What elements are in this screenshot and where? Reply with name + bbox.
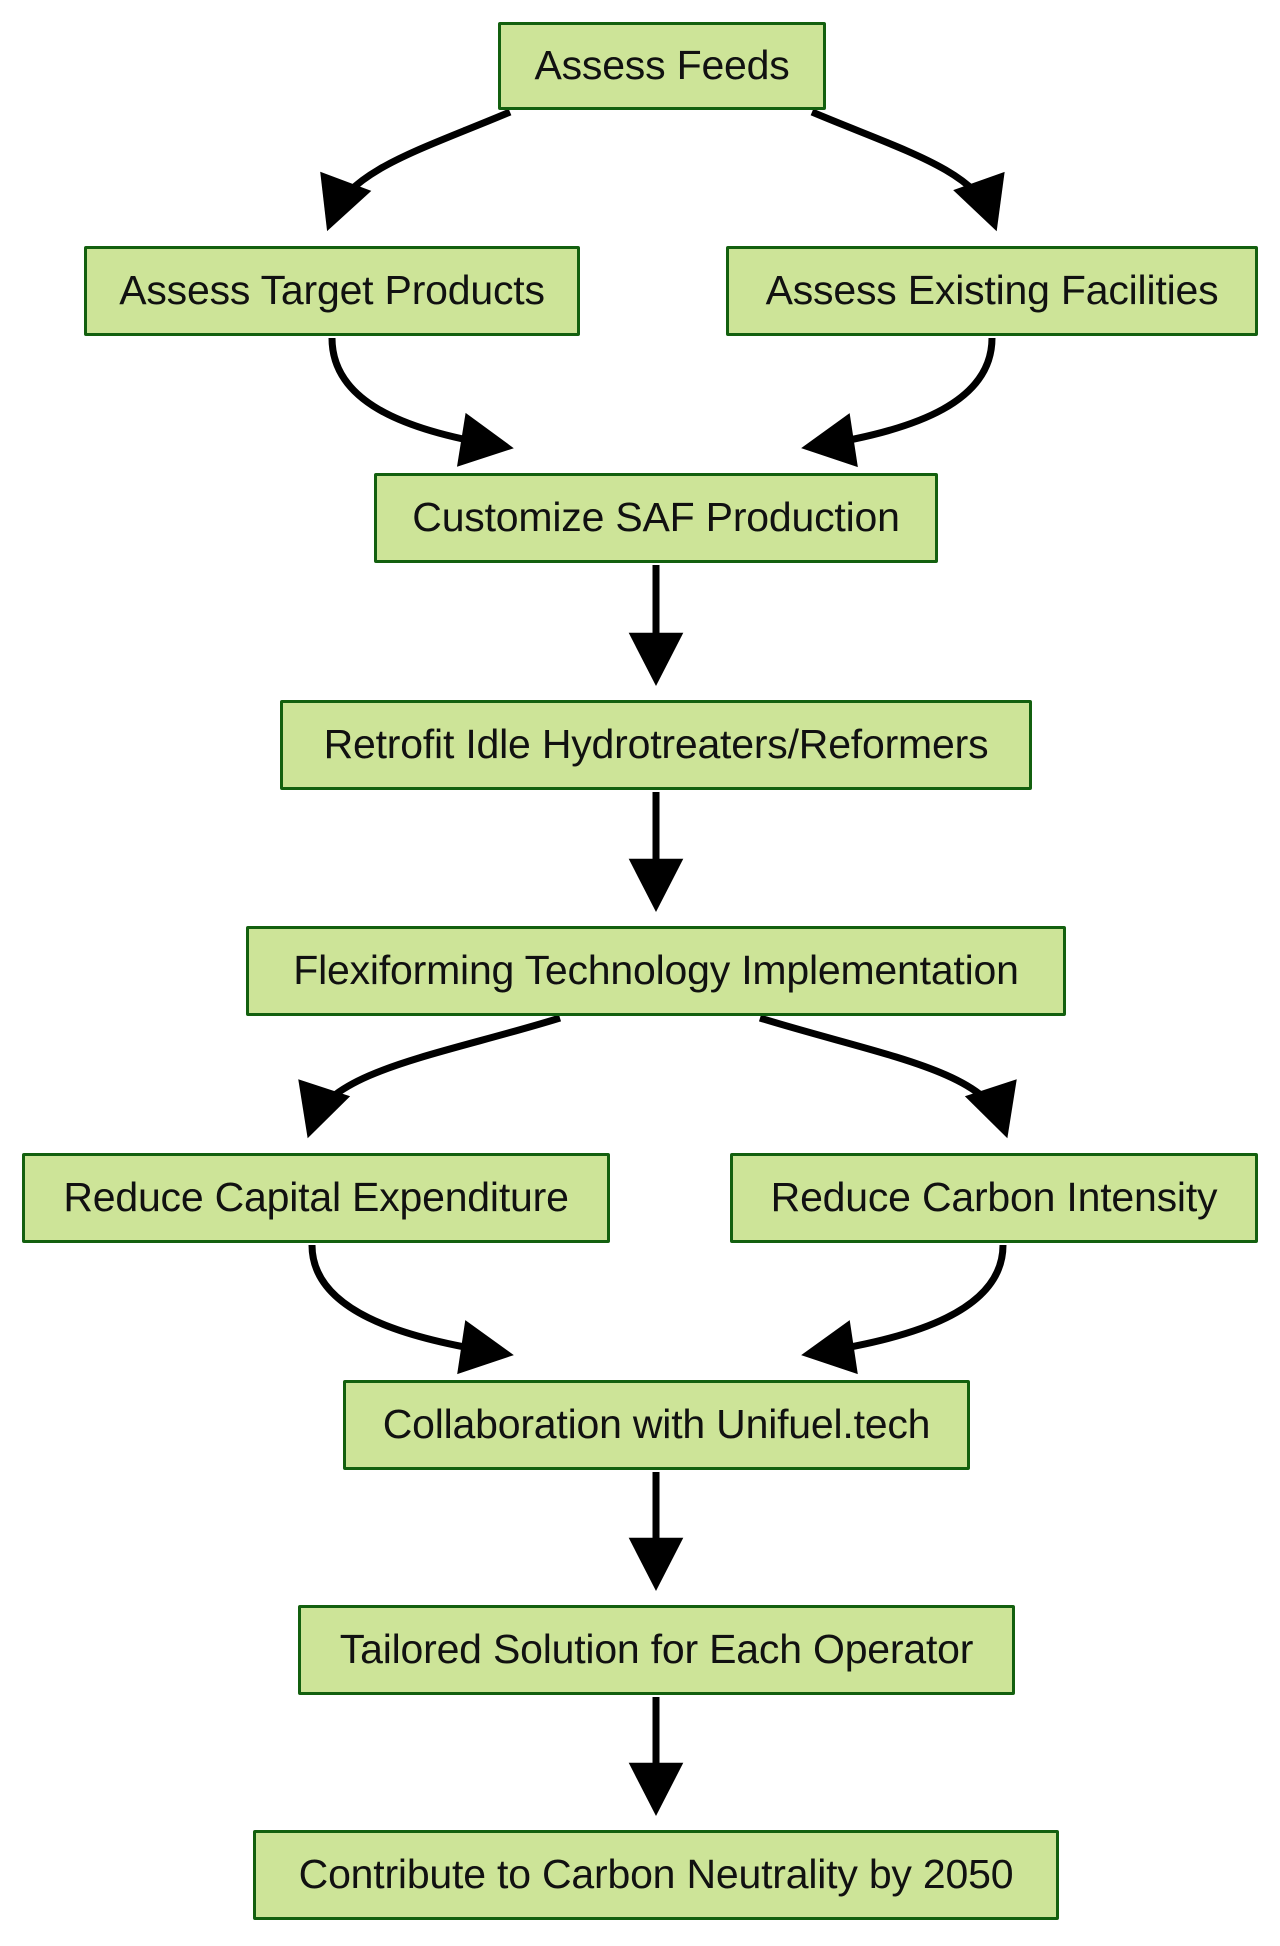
edge-flexiforming-to-reduce-capex bbox=[298, 1014, 562, 1139]
node-reduce-carbon-intensity[interactable]: Reduce Carbon Intensity bbox=[730, 1153, 1258, 1243]
node-customize-saf-production[interactable]: Customize SAF Production bbox=[374, 473, 938, 563]
edge-flexiforming-to-reduce-carbon bbox=[758, 1014, 1017, 1139]
node-flexiforming-technology-implementation[interactable]: Flexiforming Technology Implementation bbox=[246, 926, 1066, 1016]
edge-assess-feeds-to-assess-existing-facilities bbox=[810, 108, 1005, 232]
edge-assess-existing-facilities-to-customize-saf bbox=[801, 337, 996, 468]
node-label: Assess Target Products bbox=[119, 267, 545, 314]
node-retrofit-idle-hydrotreaters-reformers[interactable]: Retrofit Idle Hydrotreaters/Reformers bbox=[280, 700, 1032, 790]
node-label: Tailored Solution for Each Operator bbox=[339, 1626, 974, 1673]
node-reduce-capital-expenditure[interactable]: Reduce Capital Expenditure bbox=[22, 1153, 610, 1243]
edge-reduce-carbon-to-collaboration bbox=[801, 1244, 1007, 1375]
node-label: Contribute to Carbon Neutrality by 2050 bbox=[298, 1851, 1014, 1898]
node-label: Flexiforming Technology Implementation bbox=[293, 947, 1019, 994]
node-collaboration-with-unifuel-tech[interactable]: Collaboration with Unifuel.tech bbox=[343, 1380, 970, 1470]
node-assess-feeds[interactable]: Assess Feeds bbox=[498, 22, 826, 110]
node-label: Customize SAF Production bbox=[412, 494, 900, 541]
node-tailored-solution-for-each-operator[interactable]: Tailored Solution for Each Operator bbox=[298, 1605, 1015, 1695]
node-label: Reduce Capital Expenditure bbox=[63, 1174, 569, 1221]
node-contribute-to-carbon-neutrality-by-2050[interactable]: Contribute to Carbon Neutrality by 2050 bbox=[253, 1830, 1059, 1920]
edge-assess-target-products-to-customize-saf bbox=[328, 337, 514, 467]
edge-reduce-capex-to-collaboration bbox=[308, 1244, 514, 1375]
node-label: Reduce Carbon Intensity bbox=[770, 1174, 1218, 1221]
node-label: Assess Existing Facilities bbox=[765, 267, 1219, 314]
node-assess-existing-facilities[interactable]: Assess Existing Facilities bbox=[726, 246, 1258, 336]
node-assess-target-products[interactable]: Assess Target Products bbox=[84, 246, 580, 336]
flowchart-canvas: Assess Feeds Assess Target Products Asse… bbox=[0, 0, 1280, 1946]
node-label: Collaboration with Unifuel.tech bbox=[382, 1401, 931, 1448]
node-label: Retrofit Idle Hydrotreaters/Reformers bbox=[323, 721, 989, 768]
edge-assess-feeds-to-assess-target-products bbox=[320, 108, 512, 232]
node-label: Assess Feeds bbox=[534, 42, 790, 89]
